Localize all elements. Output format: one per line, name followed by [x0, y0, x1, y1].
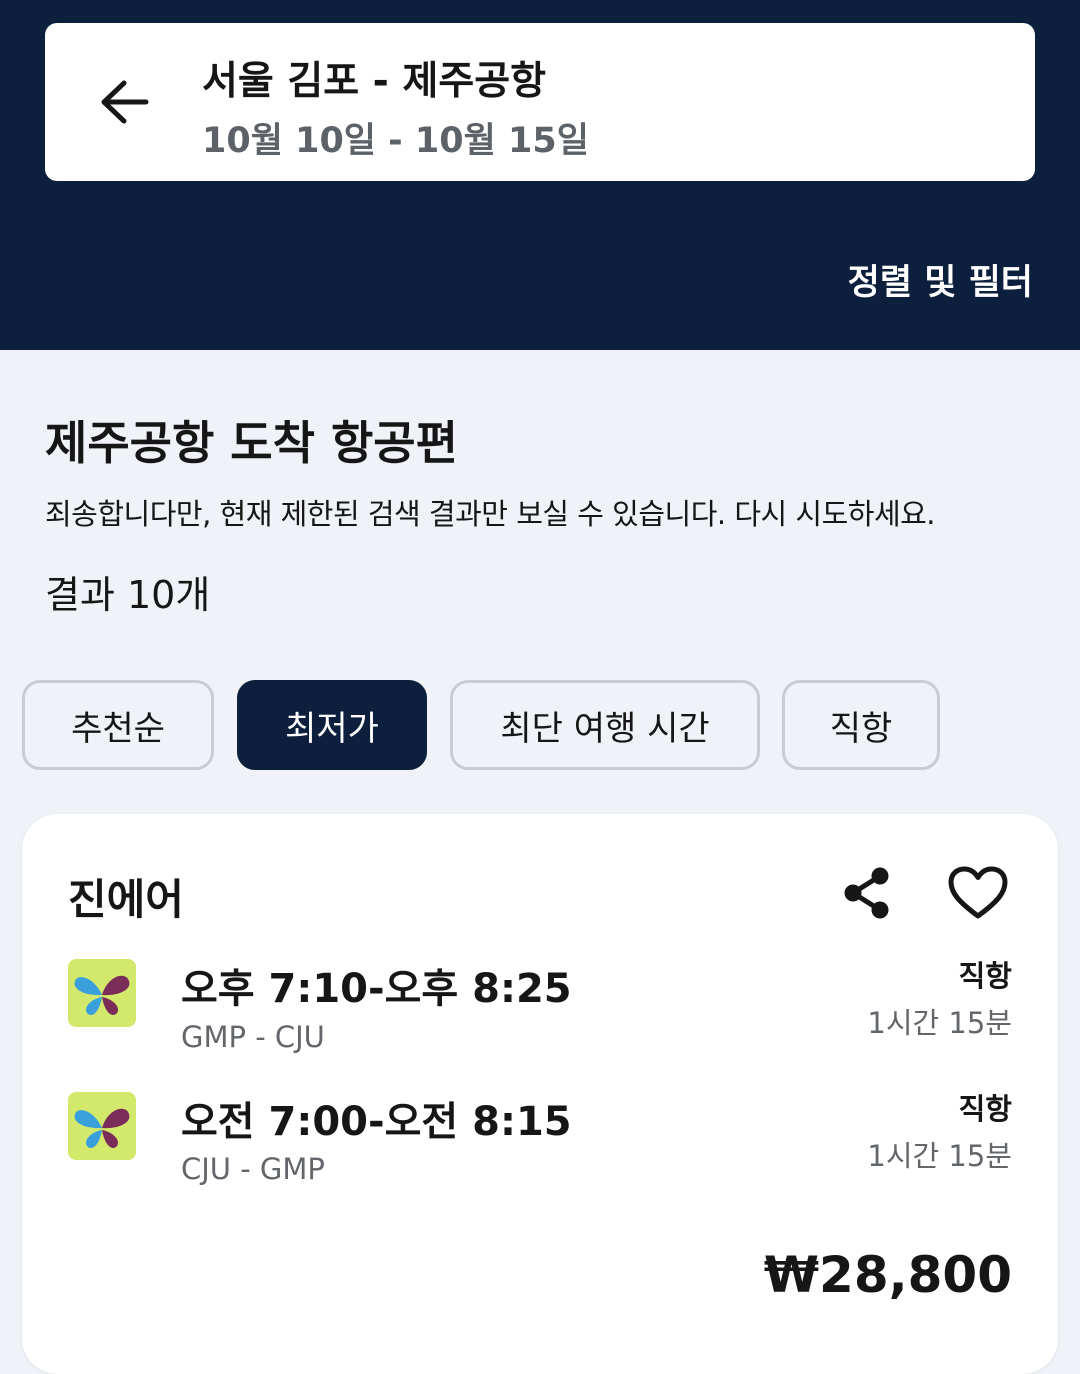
chip-direct[interactable]: 직항	[782, 680, 940, 770]
leg-duration: 1시간 15분	[867, 1006, 1012, 1040]
chip-cheapest[interactable]: 최저가	[237, 680, 427, 770]
result-count: 결과 10개	[45, 573, 211, 617]
jinair-butterfly-logo	[74, 975, 130, 1015]
limited-results-notice: 죄송합니다만, 현재 제한된 검색 결과만 보실 수 있습니다. 다시 시도하세…	[45, 497, 936, 531]
leg-stops: 직항	[958, 959, 1012, 993]
chip-recommended[interactable]: 추천순	[22, 680, 214, 770]
route-title: 서울 김포 - 제주공항	[202, 59, 546, 104]
leg-duration: 1시간 15분	[867, 1139, 1012, 1173]
arrow-left-icon	[101, 80, 149, 124]
chip-fastest[interactable]: 최단 여행 시간	[450, 680, 760, 770]
jinair-butterfly-logo	[74, 1108, 130, 1148]
sort-filter-button[interactable]: 정렬 및 필터	[848, 254, 1033, 305]
leg-airports: GMP - CJU	[181, 1020, 325, 1054]
favorite-button[interactable]	[944, 862, 1012, 924]
leg-airports: CJU - GMP	[181, 1152, 325, 1186]
leg-time: 오후 7:10-오후 8:25	[181, 966, 572, 1012]
leg-stops: 직항	[958, 1092, 1012, 1126]
share-icon	[844, 867, 889, 919]
share-button[interactable]	[836, 862, 896, 924]
route-dates: 10월 10일 - 10월 15일	[202, 121, 589, 161]
back-button[interactable]	[86, 64, 162, 140]
airline-logo	[68, 1092, 136, 1160]
price: ₩28,800	[763, 1246, 1012, 1304]
airline-name: 진에어	[68, 875, 184, 924]
heart-icon	[948, 866, 1008, 919]
page-title: 제주공항 도착 항공편	[45, 416, 458, 470]
leg-time: 오전 7:00-오전 8:15	[181, 1099, 572, 1145]
airline-logo	[68, 959, 136, 1027]
